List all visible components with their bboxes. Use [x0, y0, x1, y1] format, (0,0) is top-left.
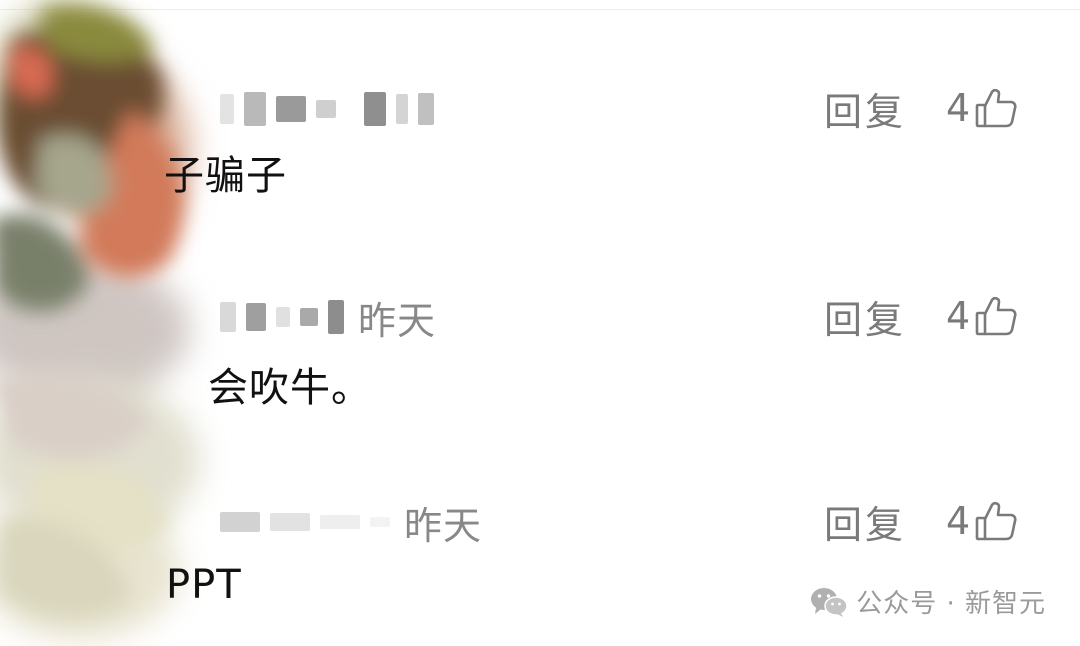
- comment-time: 昨天: [358, 298, 437, 343]
- comment-meta: 昨天: [220, 292, 437, 343]
- reply-button[interactable]: 回复: [824, 81, 906, 136]
- comment-meta: [220, 84, 448, 134]
- wechat-icon: [810, 586, 848, 618]
- comment-actions: 回复 4: [824, 495, 1018, 547]
- comment-time: 昨天: [404, 503, 483, 548]
- top-divider: [0, 9, 1080, 10]
- comment-text: 子骗子: [164, 153, 287, 199]
- comment-meta: 昨天: [220, 497, 483, 548]
- redacted-username: [220, 502, 390, 542]
- comment-text: PPT: [166, 562, 242, 608]
- redacted-username: [220, 89, 434, 129]
- comment-actions: 回复 4: [824, 290, 1018, 342]
- like-count: 4: [946, 86, 971, 130]
- comment-item: 昨天 会吹牛。 回复 4: [0, 278, 1080, 411]
- watermark-text: 公众号 · 新智元: [856, 589, 1046, 619]
- thumbs-up-icon[interactable]: [974, 86, 1018, 130]
- redacted-username: [220, 297, 344, 337]
- comment-text: 会吹牛。: [208, 365, 372, 411]
- comment-actions: 回复 4: [824, 82, 1018, 134]
- comment-item: 子骗子 回复 4: [0, 70, 1080, 199]
- like-count: 4: [946, 499, 971, 543]
- reply-button[interactable]: 回复: [824, 494, 906, 549]
- like-count: 4: [946, 294, 971, 338]
- thumbs-up-icon[interactable]: [974, 294, 1018, 338]
- reply-button[interactable]: 回复: [824, 289, 906, 344]
- thumbs-up-icon[interactable]: [974, 499, 1018, 543]
- watermark: 公众号 · 新智元: [810, 583, 1046, 620]
